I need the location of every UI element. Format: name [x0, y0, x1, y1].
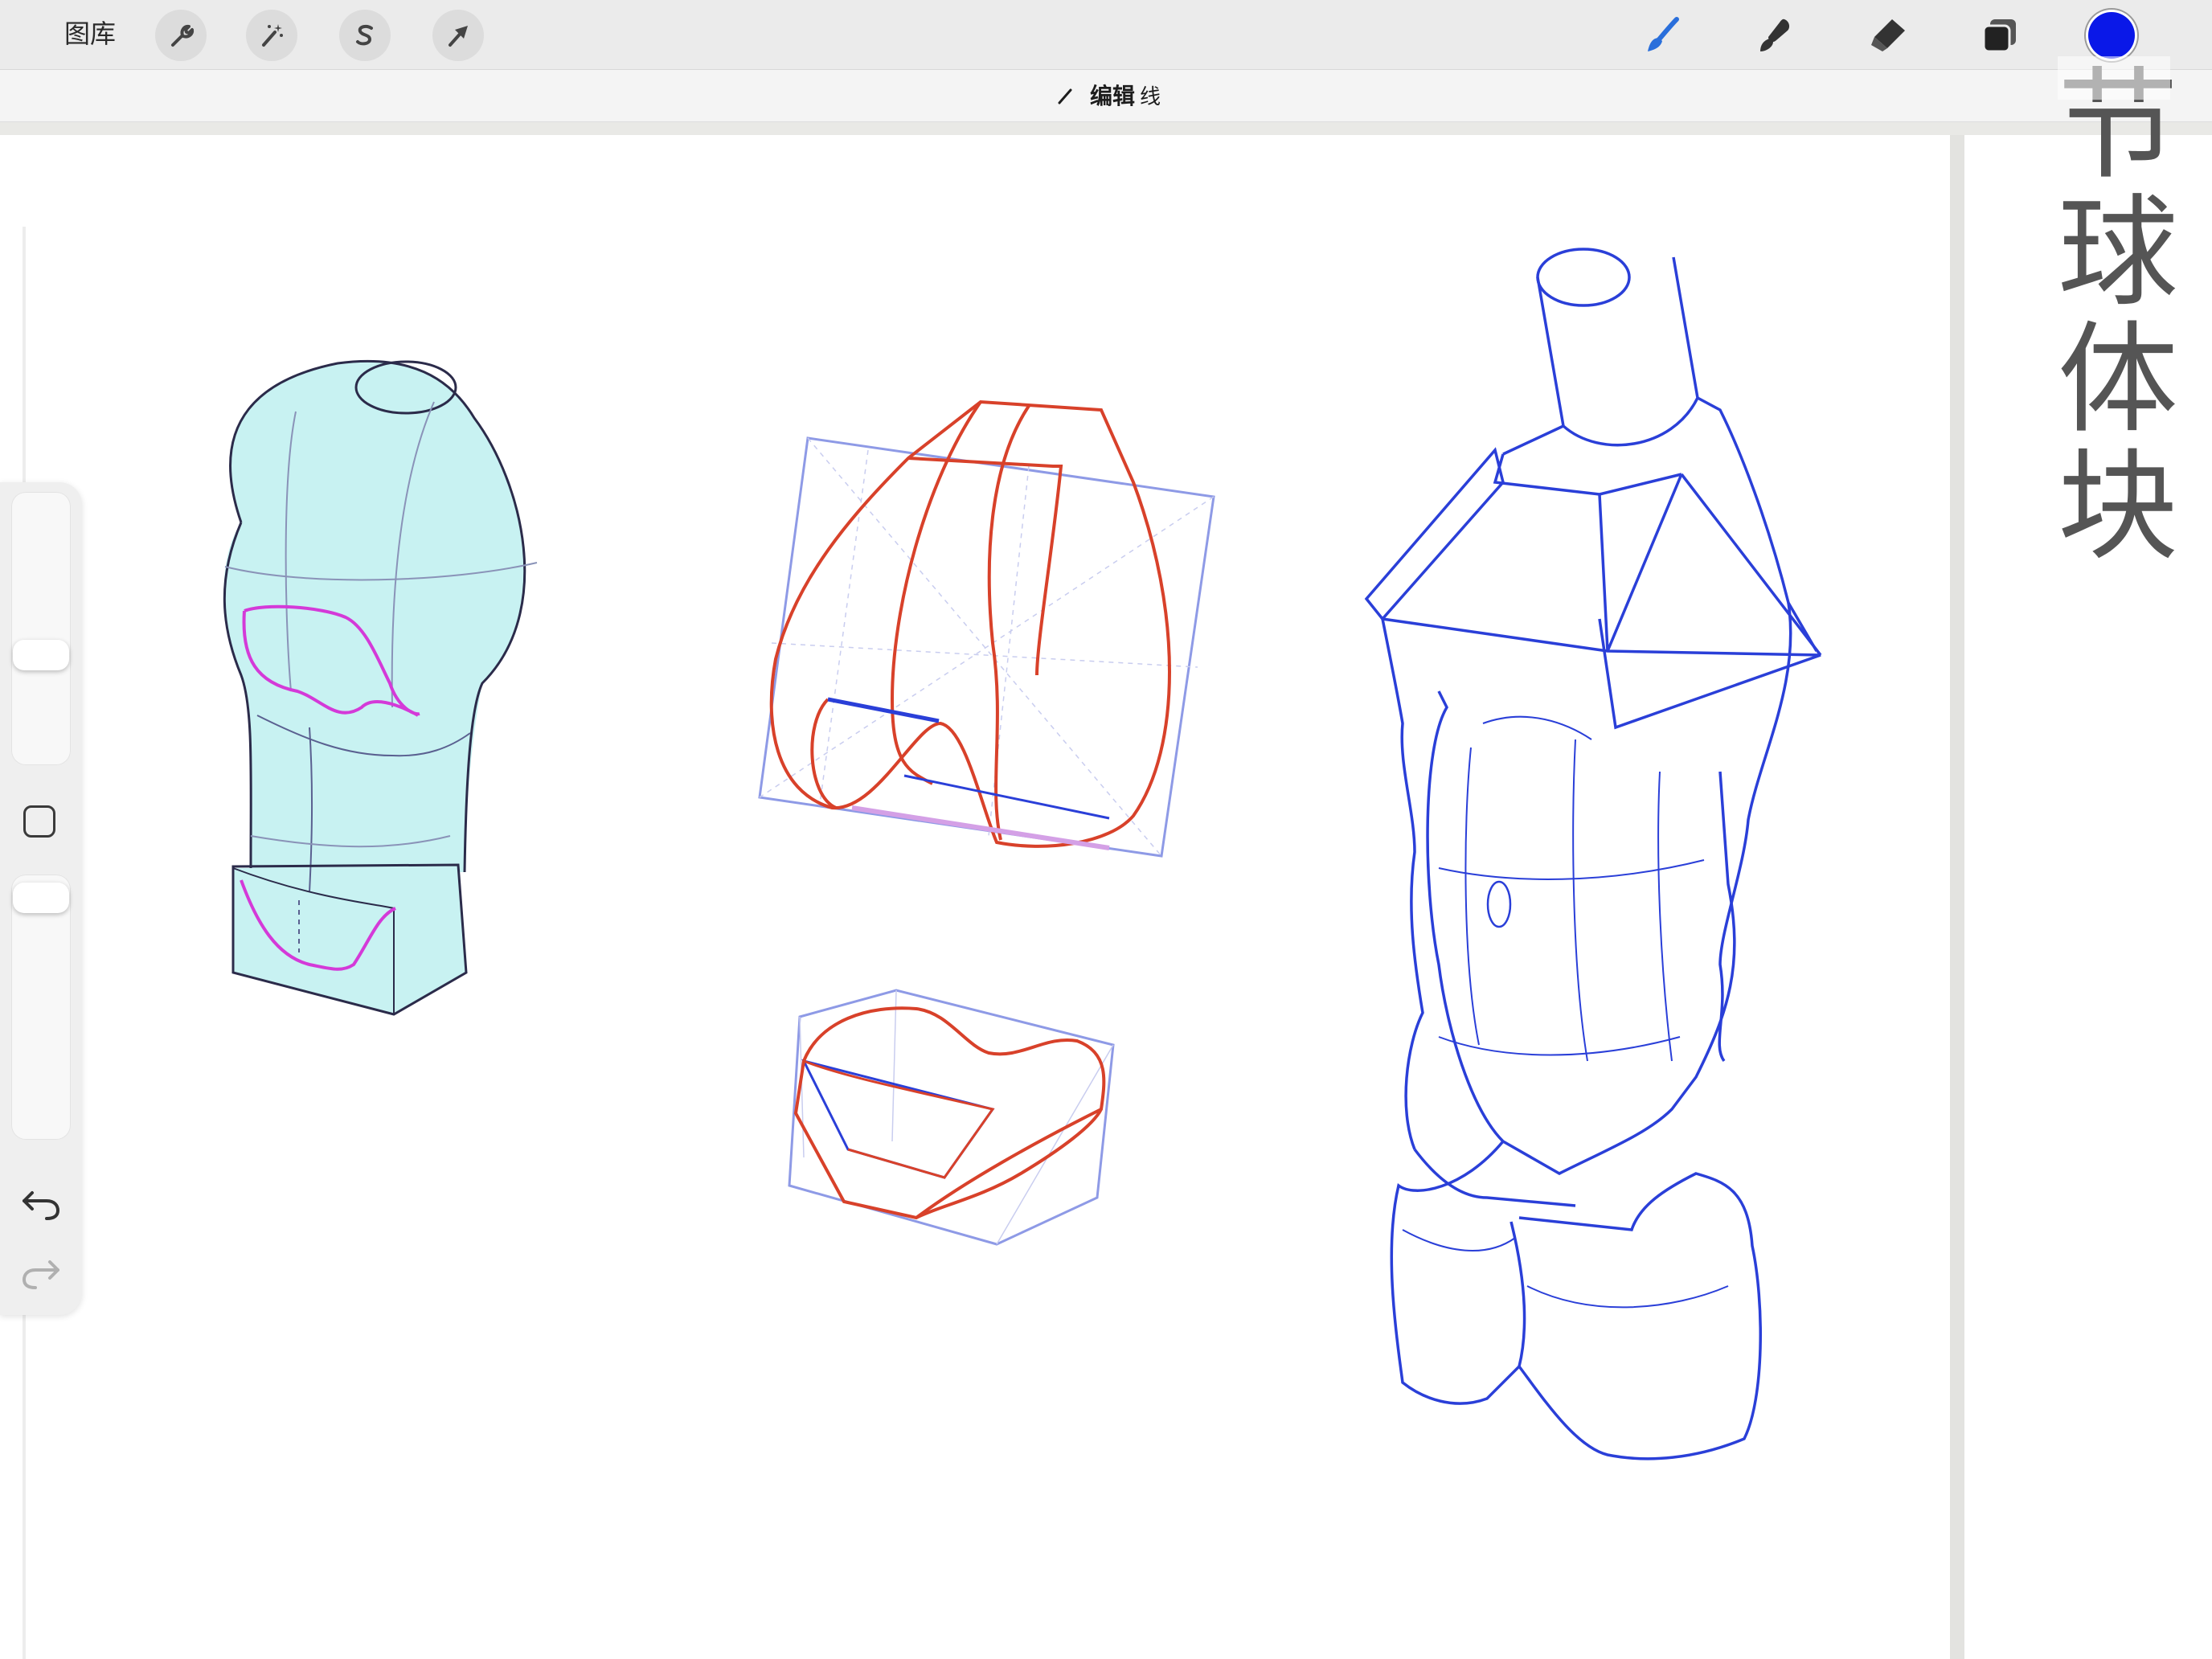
brush-size-slider-track[interactable] — [11, 492, 71, 765]
redo-arrow-icon[interactable] — [21, 1256, 61, 1291]
brush-opacity-slider-thumb[interactable] — [13, 883, 69, 913]
brush-size-slider-thumb[interactable] — [13, 640, 69, 670]
canvas-artwork — [223, 248, 1822, 1460]
red-drape-cube — [758, 399, 1215, 858]
blue-torso-figure — [1364, 248, 1822, 1460]
brush-opacity-slider-track[interactable] — [11, 875, 71, 1140]
red-heart-box — [788, 989, 1115, 1246]
modify-square-button[interactable] — [23, 805, 55, 838]
undo-arrow-icon[interactable] — [21, 1186, 61, 1222]
cyan-head-neck-figure — [223, 359, 538, 1016]
